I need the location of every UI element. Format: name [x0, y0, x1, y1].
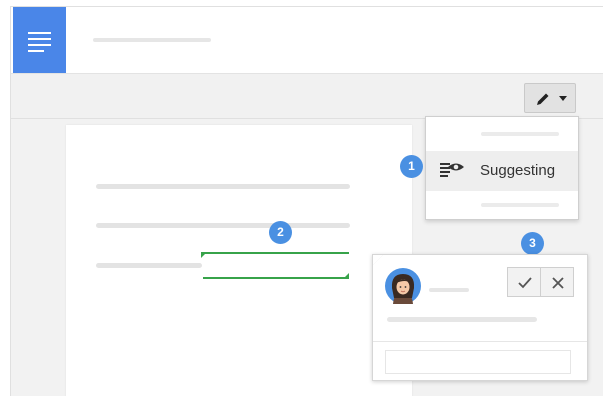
reject-suggestion-button[interactable] [540, 267, 574, 297]
pencil-icon [537, 93, 549, 105]
accept-suggestion-button[interactable] [507, 267, 541, 297]
user-avatar [385, 268, 421, 304]
author-name-placeholder [429, 288, 469, 292]
docs-app-icon[interactable] [13, 7, 66, 73]
text-line [96, 263, 202, 268]
comment-divider [373, 341, 587, 342]
callout-badge-3: 3 [521, 232, 544, 255]
check-icon [518, 277, 532, 289]
menu-item-placeholder[interactable] [481, 203, 559, 207]
suggesting-label: Suggesting [480, 162, 556, 179]
close-icon [552, 277, 564, 289]
document-title-placeholder[interactable] [93, 38, 211, 42]
toolbar [11, 74, 603, 119]
suggest-eye-icon [440, 163, 464, 177]
editing-mode-menu: Suggesting [425, 116, 579, 220]
menu-item-placeholder[interactable] [481, 132, 559, 136]
comment-text-placeholder [387, 317, 537, 322]
header-bar [11, 7, 603, 74]
docs-lines-icon [28, 32, 51, 56]
reply-input[interactable] [385, 350, 571, 374]
text-line [96, 223, 350, 228]
editing-mode-button[interactable] [524, 83, 576, 113]
menu-item-suggesting[interactable]: Suggesting [426, 151, 578, 191]
document-page[interactable] [66, 125, 412, 396]
callout-badge-1: 1 [400, 155, 423, 178]
caret-down-icon [559, 96, 567, 101]
text-line [96, 184, 350, 189]
app-window: Suggesting 1 2 3 [10, 6, 603, 396]
callout-badge-2: 2 [269, 221, 292, 244]
suggestion-comment-card [372, 254, 588, 381]
suggestion-highlight-start [201, 252, 349, 258]
suggestion-highlight-end[interactable] [203, 273, 349, 279]
